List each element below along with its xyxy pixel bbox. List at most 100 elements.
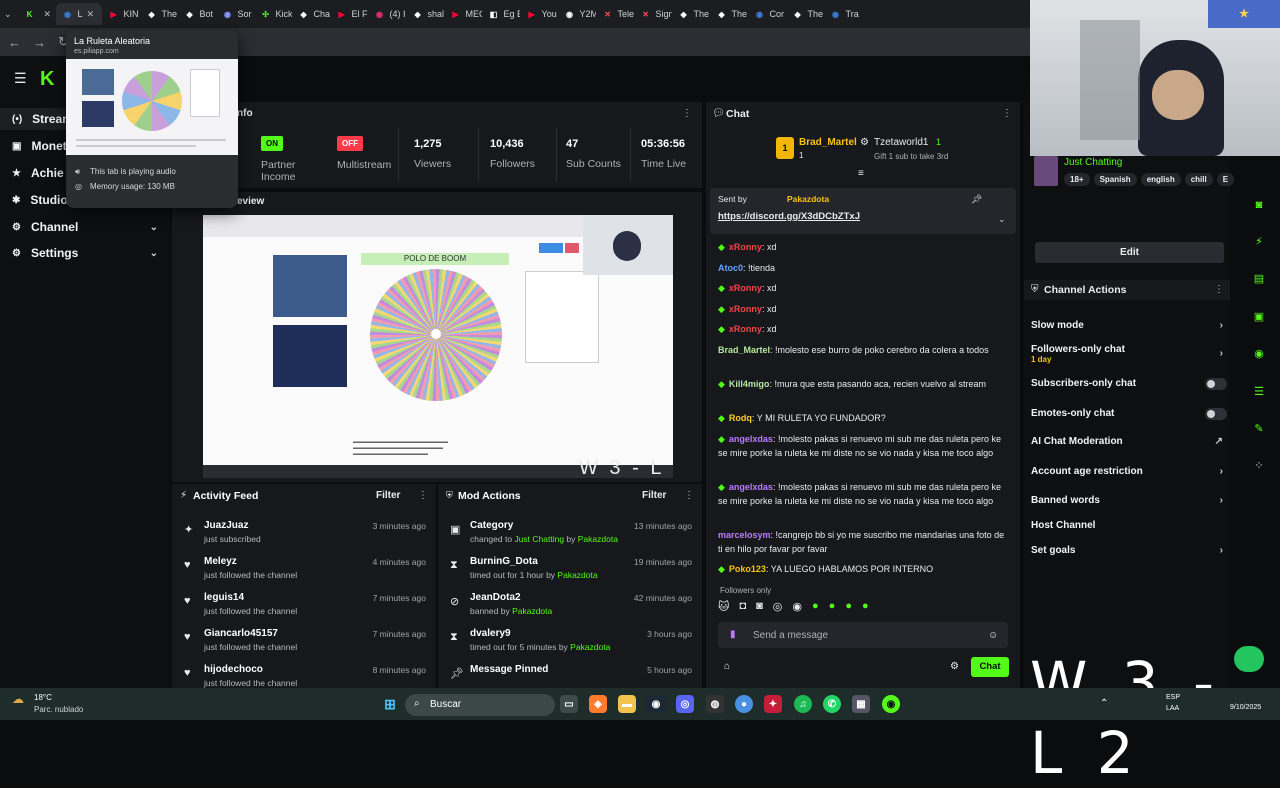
browser-tab[interactable]: ◆ Cha <box>292 3 329 25</box>
camera-icon[interactable]: ◙ <box>1248 194 1270 216</box>
browser-tab[interactable]: ◆ shal <box>406 3 443 25</box>
discord-icon[interactable]: ◎ <box>676 695 694 713</box>
emote-icon[interactable]: ● <box>829 600 836 616</box>
stream-tag[interactable]: 18+ <box>1064 173 1090 186</box>
browser-tab[interactable]: ◉ Y2M <box>558 3 596 25</box>
channel-action-slow-mode[interactable]: Slow mode › <box>1031 320 1227 331</box>
chat-input-placeholder[interactable]: Send a message <box>753 630 828 641</box>
taskbar-search-label[interactable]: Buscar <box>430 699 461 710</box>
copilot-icon[interactable]: ◈ <box>589 695 607 713</box>
whatsapp-icon[interactable]: ✆ <box>823 695 841 713</box>
close-icon[interactable]: ✕ <box>44 9 52 20</box>
emote-icon[interactable]: ● <box>845 600 852 616</box>
browser-tab[interactable]: ◉ L ✕ <box>55 3 102 25</box>
channel-action-set-goals[interactable]: Set goals › <box>1031 545 1227 556</box>
chat-username[interactable]: Poko123 <box>729 564 766 574</box>
mod-action-by[interactable]: Pakazdota <box>570 642 610 652</box>
browser-tab[interactable]: ✕ Sign <box>634 3 671 25</box>
language-indicator[interactable]: ESP <box>1166 694 1180 701</box>
lightning-icon[interactable]: ⚡︎ <box>1248 230 1270 252</box>
chat-message[interactable]: ◆ angelxdas: !molesto pakas si renuevo mi… <box>718 432 1008 460</box>
pinned-sender[interactable]: Pakazdota <box>787 194 829 204</box>
activity-user-name[interactable]: hijodechoco <box>204 664 263 675</box>
forward-icon[interactable]: → <box>33 35 46 50</box>
channel-action-account-age-restriction[interactable]: Account age restriction › <box>1031 466 1227 477</box>
browser-tab[interactable]: ◆ The <box>672 3 710 25</box>
browser-tab[interactable]: ◆ The <box>786 3 824 25</box>
chat-username[interactable]: xRonny <box>729 283 762 293</box>
keyboard-indicator[interactable]: LAA <box>1166 705 1179 712</box>
collapse-icon[interactable]: ≡ <box>858 168 864 179</box>
browser-tab[interactable]: ✣ Kick <box>254 3 291 25</box>
chat-message[interactable]: ◆ xRonny: xd <box>718 322 1008 336</box>
stream-tag[interactable]: Spanish <box>1093 173 1137 186</box>
gift-user-name[interactable]: Tzetaworld1 <box>874 137 928 148</box>
mod-action-title[interactable]: Message Pinned <box>470 664 548 675</box>
activity-filter-button[interactable]: Filter <box>376 490 400 501</box>
spin-button[interactable] <box>539 243 563 253</box>
browser-tab[interactable]: ◆ The <box>140 3 178 25</box>
mod-action-title[interactable]: dvalery9 <box>470 628 511 639</box>
kick-app-icon[interactable]: ◉ <box>882 695 900 713</box>
mod-action-title[interactable]: BurninG_Dota <box>470 556 538 567</box>
wheel-items-list[interactable] <box>525 271 599 363</box>
channel-action-banned-words[interactable]: Banned words › <box>1031 495 1227 506</box>
browser-tab[interactable]: ◉ Sor <box>216 3 254 25</box>
send-chat-button[interactable]: Chat <box>971 657 1009 677</box>
sidebar-item-settings[interactable]: ⚙ Settings ⌄ <box>12 246 162 260</box>
tab-list-icon[interactable]: ⌄ <box>4 9 12 20</box>
on-badge[interactable]: ON <box>261 136 283 151</box>
chat-message[interactable]: ◆ Rodq: Y MI RULETA YO FUNDADOR? <box>718 411 1008 425</box>
off-badge[interactable]: OFF <box>337 136 363 151</box>
browser-tab[interactable]: ◧ Eg E <box>482 3 520 25</box>
category-name[interactable]: Just Chatting <box>1064 157 1122 168</box>
chat-username[interactable]: xRonny <box>729 304 762 314</box>
weather-desc[interactable]: Parc. nublado <box>34 705 83 714</box>
more-icon[interactable]: ⋮ <box>1214 284 1224 295</box>
channel-action-followers-only-chat[interactable]: Followers-only chat 1 day › <box>1031 344 1227 364</box>
toggle-switch[interactable] <box>1205 408 1227 420</box>
browser-tab[interactable]: ▶ MEC <box>444 3 481 25</box>
emote-icon[interactable]: ◘ <box>739 600 746 616</box>
emote-bar[interactable]: 🐱︎ ◘ ◙ ◎ ◉ ● ● ● ● <box>718 600 1008 616</box>
mod-action-by[interactable]: Pakazdota <box>557 570 597 580</box>
layout-icon[interactable]: ☰ <box>1248 380 1270 402</box>
more-icon[interactable]: ⋮ <box>684 490 694 501</box>
category-thumbnail[interactable] <box>1034 156 1058 186</box>
chat-message[interactable]: marcelosym: !cangrejo bb si yo me suscri… <box>718 528 1008 556</box>
activity-user-name[interactable]: leguis14 <box>204 592 244 603</box>
top-gifter-name[interactable]: Brad_Martel <box>799 137 857 148</box>
support-chat-icon[interactable] <box>1234 646 1264 672</box>
more-icon[interactable]: ⋮ <box>1002 108 1012 119</box>
chat-username[interactable]: angelxdas <box>729 434 773 444</box>
pinned-link[interactable]: https://discord.gg/X3dDCbZTxJ <box>718 211 860 222</box>
browser-tab[interactable]: ◉ Cor <box>748 3 786 25</box>
mod-action-title[interactable]: JeanDota2 <box>470 592 521 603</box>
browser-tab[interactable]: ◆ The <box>710 3 748 25</box>
chat-username[interactable]: Rodq <box>729 413 752 423</box>
emote-icon[interactable]: ● <box>812 600 819 616</box>
stream-tag[interactable]: english <box>1140 173 1181 186</box>
mic-icon[interactable]: ▮ <box>730 629 736 640</box>
store-icon[interactable]: ⌂ <box>724 661 730 672</box>
more-icon[interactable]: ⋮ <box>418 490 428 501</box>
stream-tag[interactable]: E <box>1216 173 1235 186</box>
chat-message[interactable]: ◆ Poko123: YA LUEGO HABLAMOS POR INTERNO <box>718 562 1008 576</box>
chat-message[interactable]: Brad_Martel: !molesto ese burro de poko … <box>718 343 1008 357</box>
taskbar-date[interactable]: 9/10/2025 <box>1230 704 1261 711</box>
emote-icon[interactable]: ● <box>862 600 869 616</box>
task-view-icon[interactable]: ▭ <box>560 695 578 713</box>
browser-tab[interactable]: ✕ Tele <box>596 3 633 25</box>
reset-button[interactable] <box>565 243 579 253</box>
chat-message[interactable]: ◆ xRonny: xd <box>718 281 1008 295</box>
chat-message[interactable]: ◆ Kill4migo: !mura que esta pasando aca, … <box>718 377 1008 391</box>
browser-tab[interactable]: ▶ You <box>520 3 558 25</box>
taskbar-search[interactable] <box>405 694 555 716</box>
chat-username[interactable]: xRonny <box>729 324 762 334</box>
spotify-icon[interactable]: ♫ <box>794 695 812 713</box>
stream-preview-video[interactable]: POLO DE BOOM ▬▬▬▬▬▬▬▬▬▬▬▬▬▬▬▬▬▬▬ ▬▬▬▬▬▬▬… <box>203 215 673 478</box>
mod-action-by[interactable]: Pakazdota <box>512 606 552 616</box>
browser-tab[interactable]: ◉ (4) I <box>368 3 406 25</box>
calculator-icon[interactable]: ▦ <box>852 695 870 713</box>
chat-username[interactable]: xRonny <box>729 242 762 252</box>
